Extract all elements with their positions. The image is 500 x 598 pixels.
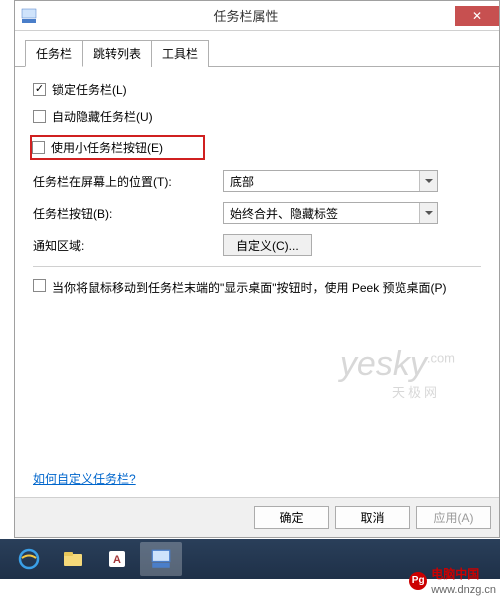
tab-strip: 任务栏 跳转列表 工具栏 — [15, 31, 499, 67]
dnzg-logo-icon: Pg — [409, 572, 427, 590]
ok-button[interactable]: 确定 — [254, 506, 329, 529]
divider — [33, 266, 481, 267]
close-icon: ✕ — [472, 9, 482, 23]
tab-content: 锁定任务栏(L) 自动隐藏任务栏(U) 使用小任务栏按钮(E) 任务栏在屏幕上的… — [15, 67, 499, 316]
chevron-down-icon — [419, 171, 437, 191]
buttons-row: 任务栏按钮(B): 始终合并、隐藏标签 — [33, 202, 481, 224]
peek-label: 当你将鼠标移动到任务栏末端的"显示桌面"按钮时，使用 Peek 预览桌面(P) — [52, 279, 447, 296]
customize-button[interactable]: 自定义(C)... — [223, 234, 312, 256]
lock-taskbar-label: 锁定任务栏(L) — [52, 81, 127, 98]
notify-row: 通知区域: 自定义(C)... — [33, 234, 481, 256]
svg-text:A: A — [113, 554, 121, 566]
taskbar-icon — [21, 8, 37, 24]
position-select[interactable]: 底部 — [223, 170, 438, 192]
titlebar: 任务栏属性 ✕ — [15, 1, 499, 31]
lock-taskbar-checkbox[interactable] — [33, 83, 46, 96]
chevron-down-icon — [419, 203, 437, 223]
tab-taskbar[interactable]: 任务栏 — [25, 40, 83, 67]
access-taskbar-icon[interactable]: A — [96, 542, 138, 576]
autohide-label: 自动隐藏任务栏(U) — [52, 108, 153, 125]
buttons-value: 始终合并、隐藏标签 — [230, 205, 338, 222]
buttons-label: 任务栏按钮(B): — [33, 205, 223, 222]
ie-taskbar-icon[interactable] — [8, 542, 50, 576]
autohide-checkbox[interactable] — [33, 110, 46, 123]
customize-link[interactable]: 如何自定义任务栏? — [33, 470, 136, 487]
explorer-taskbar-icon[interactable] — [52, 542, 94, 576]
properties-window: 任务栏属性 ✕ 任务栏 跳转列表 工具栏 锁定任务栏(L) 自动隐藏任务栏(U)… — [14, 0, 500, 538]
small-buttons-label: 使用小任务栏按钮(E) — [51, 139, 163, 156]
buttons-select[interactable]: 始终合并、隐藏标签 — [223, 202, 438, 224]
peek-checkbox[interactable] — [33, 279, 46, 292]
tab-jumplist[interactable]: 跳转列表 — [82, 40, 152, 67]
apply-button[interactable]: 应用(A) — [416, 506, 491, 529]
window-title: 任务栏属性 — [37, 6, 455, 25]
small-buttons-checkbox[interactable] — [32, 141, 45, 154]
peek-row[interactable]: 当你将鼠标移动到任务栏末端的"显示桌面"按钮时，使用 Peek 预览桌面(P) — [33, 279, 481, 296]
watermark-dnzg: Pg 电脑中国 www.dnzg.cn — [409, 565, 496, 596]
dialog-button-bar: 确定 取消 应用(A) — [15, 497, 499, 537]
cancel-button[interactable]: 取消 — [335, 506, 410, 529]
lock-taskbar-row[interactable]: 锁定任务栏(L) — [33, 81, 481, 98]
close-button[interactable]: ✕ — [455, 6, 499, 26]
tab-toolbars[interactable]: 工具栏 — [151, 40, 209, 67]
properties-taskbar-icon[interactable] — [140, 542, 182, 576]
position-row: 任务栏在屏幕上的位置(T): 底部 — [33, 170, 481, 192]
autohide-row[interactable]: 自动隐藏任务栏(U) — [33, 108, 481, 125]
position-label: 任务栏在屏幕上的位置(T): — [33, 173, 223, 190]
position-value: 底部 — [230, 173, 254, 190]
small-buttons-row[interactable]: 使用小任务栏按钮(E) — [30, 135, 205, 160]
notify-label: 通知区域: — [33, 237, 223, 254]
